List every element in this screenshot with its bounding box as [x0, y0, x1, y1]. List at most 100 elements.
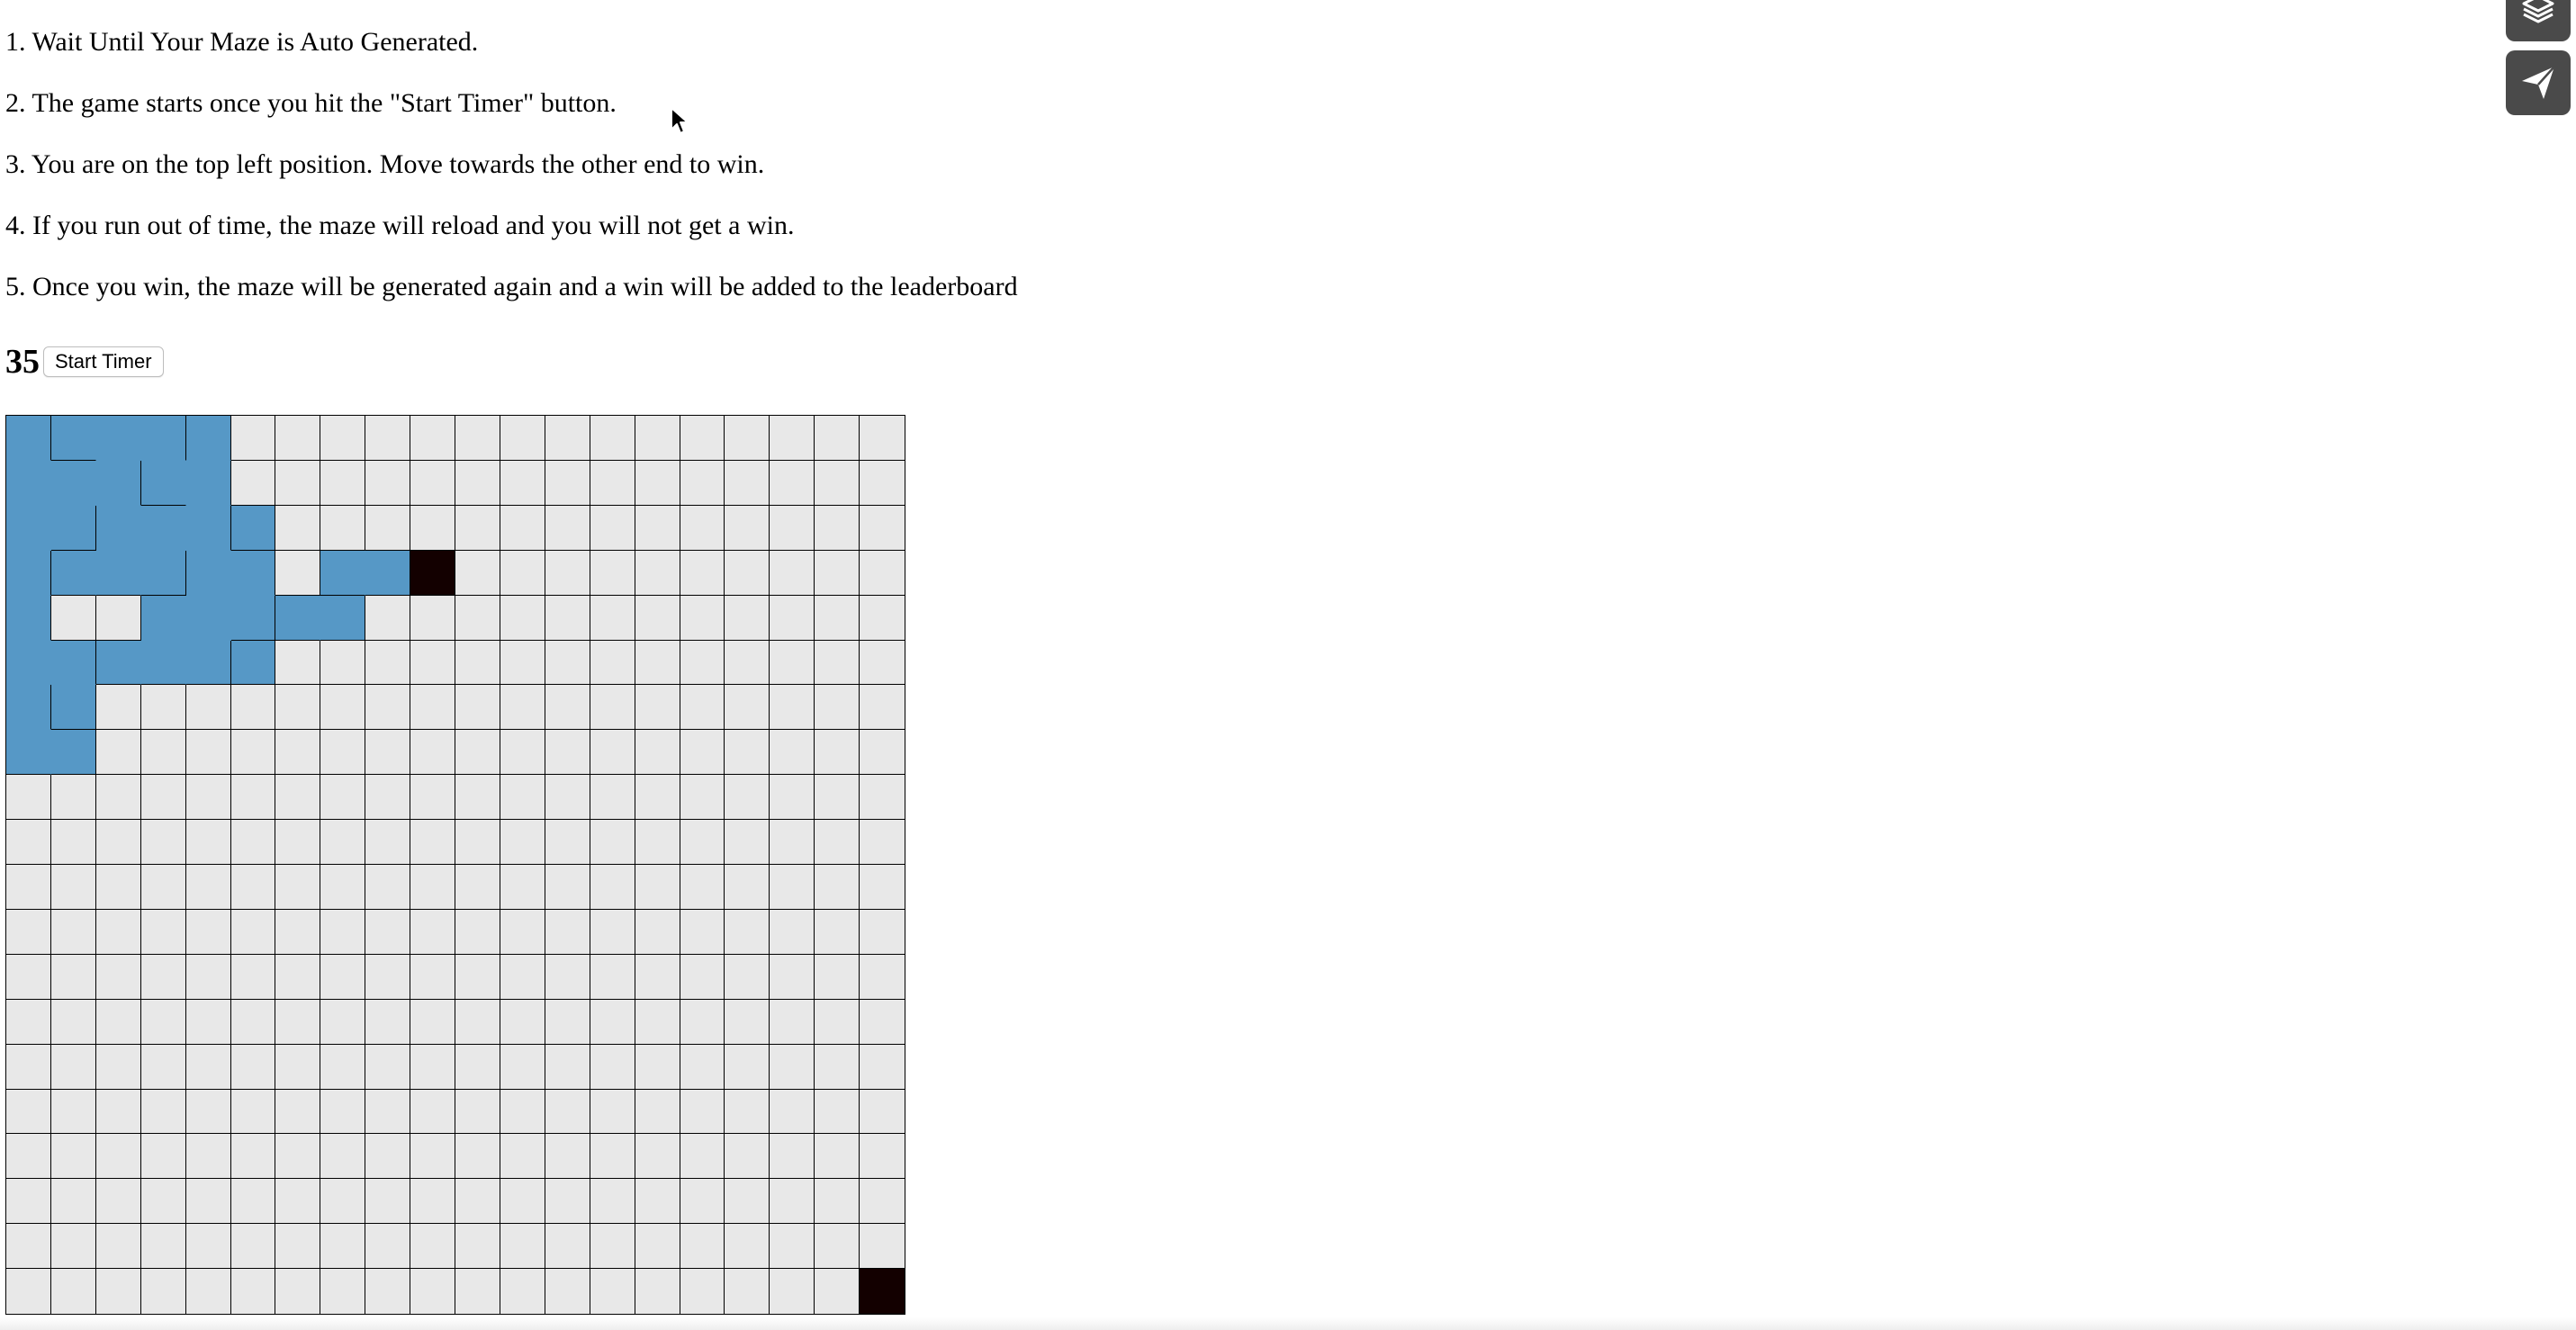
maze-cell — [320, 416, 366, 461]
maze-cell — [50, 1179, 96, 1225]
maze-cell — [275, 999, 321, 1045]
maze-cell — [635, 865, 680, 910]
maze-cell — [185, 1224, 231, 1270]
maze-cell — [365, 820, 411, 865]
maze-cell — [680, 1179, 725, 1225]
maze-cell — [320, 999, 366, 1045]
layers-button[interactable] — [2506, 0, 2571, 41]
maze-cell — [635, 685, 680, 731]
visited-cell — [6, 640, 51, 686]
maze-cell — [725, 820, 770, 865]
maze-cell — [455, 505, 500, 551]
maze-cell — [410, 1044, 455, 1090]
maze-cell — [140, 820, 186, 865]
maze-cell — [50, 1269, 96, 1314]
maze-cell — [635, 1134, 680, 1180]
maze-cell — [455, 730, 500, 776]
maze-cell — [275, 954, 321, 1000]
maze-cell — [725, 954, 770, 1000]
maze-cell — [635, 1089, 680, 1135]
maze-cell — [545, 460, 590, 506]
maze-cell — [455, 954, 500, 1000]
bottom-edge-shadow — [0, 1317, 2576, 1330]
maze-cell — [770, 775, 815, 821]
visited-cell — [95, 550, 141, 596]
maze-cell — [770, 1224, 815, 1270]
maze-cell — [6, 1044, 51, 1090]
maze-cell — [680, 460, 725, 506]
maze-cell — [770, 1269, 815, 1314]
maze-cell — [815, 775, 860, 821]
maze-cell — [140, 1134, 186, 1180]
visited-cell — [95, 505, 141, 551]
maze-cell — [590, 460, 635, 506]
maze-cell — [275, 1134, 321, 1180]
maze-cell — [725, 999, 770, 1045]
start-timer-button[interactable]: Start Timer — [43, 346, 164, 377]
maze-cell — [455, 640, 500, 686]
maze-cell — [545, 775, 590, 821]
maze-cell — [680, 909, 725, 955]
maze-cell — [680, 999, 725, 1045]
maze-cell — [95, 1089, 141, 1135]
maze-cell — [140, 1044, 186, 1090]
maze-cell — [365, 685, 411, 731]
maze-cell — [230, 1089, 276, 1135]
maze-cell — [815, 820, 860, 865]
maze-cell — [545, 820, 590, 865]
maze-cell — [230, 1044, 276, 1090]
maze-cell — [500, 865, 545, 910]
maze-cell — [455, 1179, 500, 1225]
visited-cell — [6, 550, 51, 596]
maze-cell — [95, 1179, 141, 1225]
maze-cell — [815, 730, 860, 776]
maze-cell — [860, 954, 905, 1000]
send-button[interactable] — [2506, 50, 2571, 115]
maze-cell — [365, 416, 411, 461]
maze-cell — [590, 640, 635, 686]
maze-cell — [185, 685, 231, 731]
maze-cell — [185, 1089, 231, 1135]
maze-cell — [455, 865, 500, 910]
maze-cell — [725, 1179, 770, 1225]
maze-grid[interactable] — [5, 415, 905, 1315]
maze-cell — [500, 954, 545, 1000]
maze-cell — [275, 1089, 321, 1135]
maze-cell — [185, 954, 231, 1000]
maze-cell — [545, 640, 590, 686]
maze-cell — [320, 775, 366, 821]
maze-cell — [140, 1089, 186, 1135]
maze-cell — [680, 550, 725, 596]
maze-cell — [95, 595, 141, 641]
visited-cell — [185, 416, 231, 461]
visited-cell — [50, 730, 96, 776]
maze-cell — [365, 1224, 411, 1270]
maze-cell — [635, 820, 680, 865]
maze-cell — [815, 909, 860, 955]
maze-cell — [725, 595, 770, 641]
maze-cell — [635, 775, 680, 821]
maze-cell — [590, 416, 635, 461]
maze-cell — [500, 1224, 545, 1270]
maze-cell — [590, 954, 635, 1000]
maze-cell — [50, 865, 96, 910]
instruction-1: 1. Wait Until Your Maze is Auto Generate… — [5, 27, 479, 57]
maze-cell — [50, 1044, 96, 1090]
visited-cell — [50, 460, 96, 506]
maze-cell — [500, 685, 545, 731]
maze-cell — [140, 730, 186, 776]
visited-cell — [185, 640, 231, 686]
maze-cell — [725, 775, 770, 821]
maze-cell — [725, 1134, 770, 1180]
page: 1. Wait Until Your Maze is Auto Generate… — [0, 0, 2576, 1330]
maze-cell — [725, 1044, 770, 1090]
maze-cell — [95, 999, 141, 1045]
maze-cell — [365, 1089, 411, 1135]
maze-cell — [50, 595, 96, 641]
goal-cell — [860, 1269, 905, 1314]
visited-cell — [230, 595, 276, 641]
maze-cell — [95, 775, 141, 821]
maze-cell — [50, 820, 96, 865]
maze-cell — [860, 909, 905, 955]
visited-cell — [50, 685, 96, 731]
